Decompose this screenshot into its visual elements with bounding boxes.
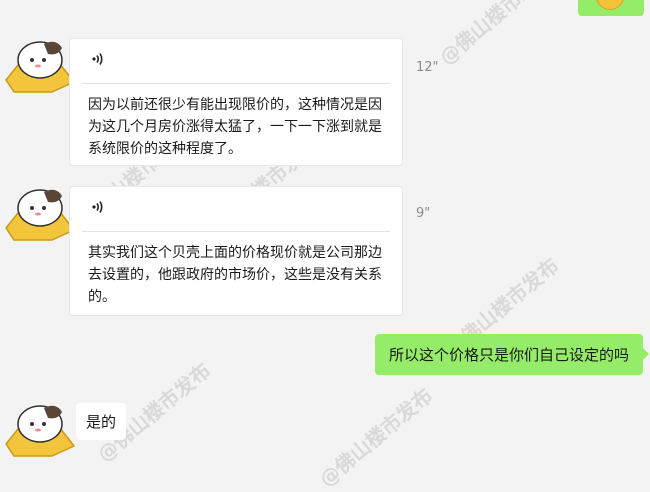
watermark: @佛山楼市发布	[314, 383, 438, 492]
voice-message-card[interactable]: 其实我们这个贝壳上面的价格现价就是公司那边去设置的，他跟政府的市场价，这些是没有…	[69, 186, 403, 316]
contact-avatar[interactable]	[0, 30, 78, 94]
contact-avatar[interactable]	[0, 178, 78, 242]
voice-transcript: 其实我们这个贝壳上面的价格现价就是公司那边去设置的，他跟政府的市场价，这些是没有…	[88, 245, 382, 305]
voice-divider	[82, 231, 390, 232]
voice-wave-icon[interactable]	[90, 51, 106, 67]
watermark: @佛山楼市发布	[434, 0, 558, 70]
voice-transcript: 因为以前还很少有能出现限价的，这种情况是因为这几个月房价涨得太猛了，一下一下涨到…	[88, 97, 382, 157]
incoming-text-bubble[interactable]: 是的	[76, 403, 127, 440]
voice-wave-icon[interactable]	[90, 199, 106, 215]
voice-message-card[interactable]: 因为以前还很少有能出现限价的，这种情况是因为这几个月房价涨得太猛了，一下一下涨到…	[69, 38, 403, 166]
contact-avatar[interactable]	[0, 394, 78, 458]
outgoing-text-bubble[interactable]: 所以这个价格只是你们自己设定的吗	[374, 334, 650, 375]
voice-duration: 12"	[416, 60, 439, 75]
voice-divider	[82, 83, 390, 84]
voice-duration: 9"	[416, 206, 431, 221]
